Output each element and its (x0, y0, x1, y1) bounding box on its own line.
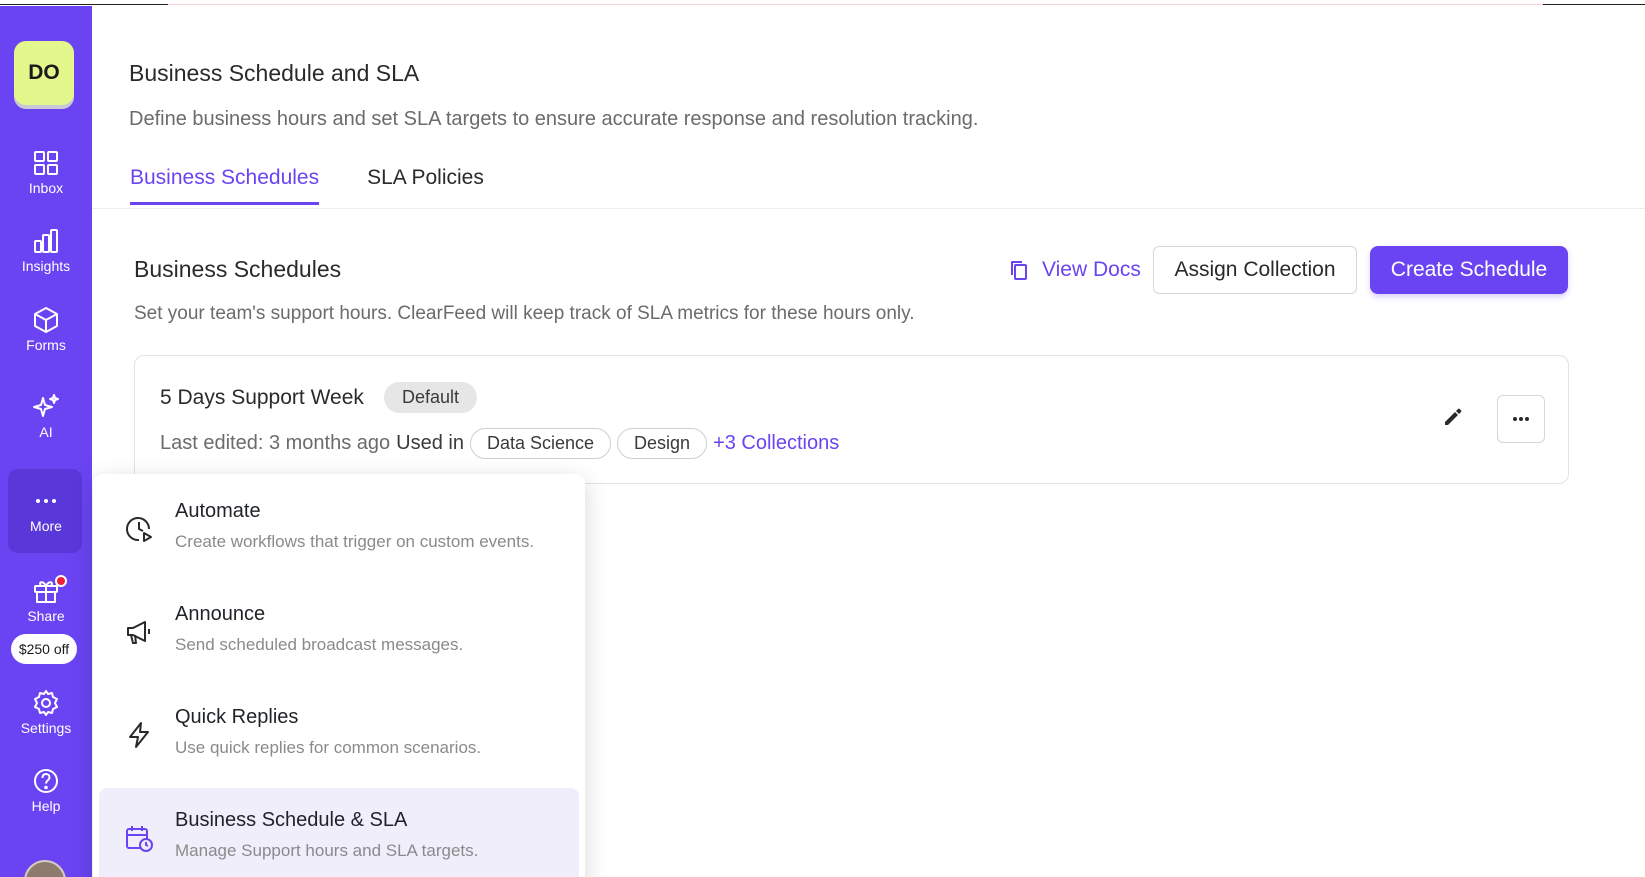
schedule-meta: Last edited: 3 months ago Used in Data S… (160, 428, 839, 459)
sidebar-item-label: More (30, 518, 62, 534)
menu-item-quick-replies[interactable]: Quick Replies Use quick replies for comm… (99, 685, 579, 780)
pencil-icon (1445, 408, 1462, 425)
section-title: Business Schedules (134, 256, 342, 282)
cube-icon (34, 307, 58, 333)
create-schedule-button[interactable]: Create Schedule (1370, 246, 1568, 294)
sidebar (0, 6, 92, 877)
sidebar-item-label: Insights (21, 258, 71, 274)
section-subtitle: Set your team's support hours. ClearFeed… (134, 303, 915, 324)
gear-icon (34, 690, 58, 716)
sidebar-item-more[interactable]: More (0, 486, 92, 534)
tabs-divider (92, 208, 1645, 209)
sparkles-icon (33, 394, 59, 417)
copy-icon (1011, 261, 1027, 280)
default-badge: Default (384, 382, 478, 413)
menu-item-title: Quick Replies (175, 706, 299, 728)
sidebar-item-label: Help (31, 798, 61, 814)
used-in-label: Used in (396, 432, 464, 454)
calendar-clock-icon (126, 826, 153, 852)
sidebar-item-forms[interactable]: Forms (0, 305, 92, 353)
promo-badge[interactable]: $250 off (11, 634, 77, 664)
menu-item-title: Automate (175, 500, 261, 522)
sidebar-item-ai[interactable]: AI (0, 392, 92, 440)
top-strip-right (1543, 4, 1645, 5)
sidebar-item-label: Forms (26, 337, 66, 353)
more-collections-link[interactable]: +3 Collections (713, 432, 839, 455)
page-title: Business Schedule and SLA (129, 60, 420, 86)
last-edited: Last edited: 3 months ago (160, 432, 391, 454)
menu-item-title: Announce (175, 603, 266, 625)
page-subtitle: Define business hours and set SLA target… (129, 108, 979, 130)
sidebar-item-label: Settings (20, 720, 72, 736)
notification-dot (55, 575, 67, 587)
workspace-avatar[interactable]: DO (14, 41, 74, 105)
collection-chip: Data Science (469, 428, 612, 459)
view-docs-link[interactable]: View Docs (1008, 258, 1141, 282)
schedule-card: 5 Days Support Week Default Last edited:… (134, 355, 1569, 484)
sidebar-item-settings[interactable]: Settings (0, 688, 92, 736)
lightning-icon (129, 722, 149, 748)
view-docs-label: View Docs (1042, 258, 1141, 281)
assign-collection-button[interactable]: Assign Collection (1153, 246, 1357, 294)
menu-item-description: Create workflows that trigger on custom … (175, 532, 535, 551)
top-strip-left (0, 4, 168, 5)
bar-chart-icon (34, 229, 58, 253)
promo-label: $250 off (18, 641, 70, 657)
sidebar-item-label: Share (27, 608, 65, 624)
more-menu: Automate Create workflows that trigger o… (93, 474, 585, 877)
tab-sla-policies[interactable]: SLA Policies (367, 166, 484, 205)
sidebar-item-label: Inbox (28, 180, 64, 196)
sidebar-item-inbox[interactable]: Inbox (0, 148, 92, 196)
sidebar-item-help[interactable]: Help (0, 766, 92, 814)
tab-bar: Business Schedules SLA Policies (130, 166, 532, 205)
menu-item-business-schedule-sla[interactable]: Business Schedule & SLA Manage Support h… (99, 788, 579, 877)
sidebar-item-label: AI (39, 424, 53, 440)
schedule-options-button[interactable] (1497, 395, 1545, 443)
sidebar-item-insights[interactable]: Insights (0, 226, 92, 274)
clock-play-icon (126, 517, 152, 542)
megaphone-icon (127, 621, 150, 644)
menu-item-description: Use quick replies for common scenarios. (175, 738, 482, 757)
menu-item-description: Send scheduled broadcast messages. (175, 635, 464, 654)
sidebar-item-share[interactable]: Share (0, 576, 92, 624)
collection-chip: Design (617, 428, 708, 459)
workspace-initials: DO (28, 61, 60, 84)
dots-horizontal-icon (1513, 417, 1529, 421)
edit-schedule-button[interactable] (1438, 402, 1468, 432)
menu-item-description: Manage Support hours and SLA targets. (175, 841, 479, 860)
menu-item-title: Business Schedule & SLA (175, 809, 408, 831)
dots-horizontal-icon (36, 499, 56, 503)
top-strip (0, 0, 1645, 6)
top-strip-middle (168, 4, 1543, 5)
help-circle-icon (34, 769, 58, 793)
tab-business-schedules[interactable]: Business Schedules (130, 166, 320, 205)
grid-icon (34, 151, 58, 175)
menu-item-automate[interactable]: Automate Create workflows that trigger o… (99, 479, 579, 574)
menu-item-announce[interactable]: Announce Send scheduled broadcast messag… (99, 582, 579, 677)
schedule-name: 5 Days Support Week (160, 386, 364, 409)
